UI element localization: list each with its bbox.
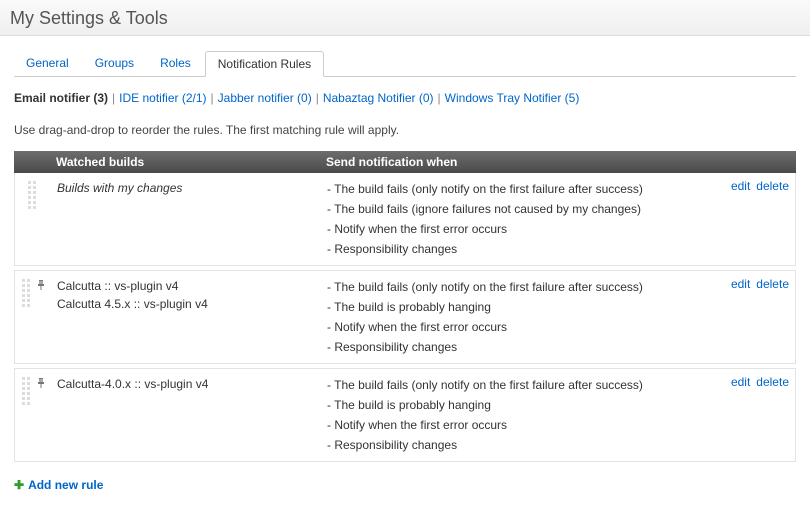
notifier-email: Email notifier (3) bbox=[14, 91, 108, 105]
add-new-rule-link[interactable]: ✚Add new rule bbox=[14, 478, 103, 492]
notifier-jabber[interactable]: Jabber notifier (0) bbox=[218, 91, 312, 105]
actions-cell: edit delete bbox=[705, 375, 795, 455]
watched-build: Calcutta :: vs-plugin v4 bbox=[57, 277, 315, 295]
condition: - The build fails (only notify on the fi… bbox=[327, 179, 699, 199]
delete-link[interactable]: delete bbox=[756, 179, 789, 193]
separator: | bbox=[316, 91, 319, 105]
condition: - Notify when the first error occurs bbox=[327, 317, 699, 337]
reorder-hint: Use drag-and-drop to reorder the rules. … bbox=[14, 123, 796, 137]
delete-link[interactable]: delete bbox=[756, 277, 789, 291]
condition: - Responsibility changes bbox=[327, 239, 699, 259]
rule-row: Builds with my changes - The build fails … bbox=[14, 173, 796, 266]
tabs-bar: GeneralGroupsRolesNotification Rules bbox=[14, 50, 796, 77]
actions-cell: edit delete bbox=[705, 179, 795, 259]
rules-table: Watched builds Send notification when Bu… bbox=[14, 151, 796, 462]
rules-table-header: Watched builds Send notification when bbox=[14, 151, 796, 173]
watched-build: Calcutta-4.0.x :: vs-plugin v4 bbox=[57, 375, 315, 393]
separator: | bbox=[112, 91, 115, 105]
page-title: My Settings & Tools bbox=[0, 0, 810, 36]
condition: - The build fails (only notify on the fi… bbox=[327, 375, 699, 395]
actions-cell: edit delete bbox=[705, 277, 795, 357]
separator: | bbox=[211, 91, 214, 105]
conditions-cell: - The build fails (only notify on the fi… bbox=[321, 375, 705, 455]
tab-notification-rules[interactable]: Notification Rules bbox=[205, 51, 324, 77]
watched-build: Builds with my changes bbox=[57, 179, 315, 197]
tab-roles[interactable]: Roles bbox=[148, 51, 203, 77]
condition: - Responsibility changes bbox=[327, 435, 699, 455]
col-watched-builds: Watched builds bbox=[50, 151, 320, 173]
watched-builds-cell: Calcutta-4.0.x :: vs-plugin v4 bbox=[51, 375, 321, 455]
condition: - The build is probably hanging bbox=[327, 297, 699, 317]
delete-link[interactable]: delete bbox=[756, 375, 789, 389]
conditions-cell: - The build fails (only notify on the fi… bbox=[321, 179, 705, 259]
plus-icon: ✚ bbox=[14, 478, 24, 492]
edit-link[interactable]: edit bbox=[731, 277, 750, 291]
condition: - The build is probably hanging bbox=[327, 395, 699, 415]
pin-icon bbox=[36, 378, 45, 387]
edit-link[interactable]: edit bbox=[731, 179, 750, 193]
condition: - Notify when the first error occurs bbox=[327, 219, 699, 239]
rule-row: Calcutta :: vs-plugin v4Calcutta 4.5.x :… bbox=[14, 270, 796, 364]
separator: | bbox=[438, 91, 441, 105]
add-rule-row: ✚Add new rule bbox=[14, 478, 796, 492]
notifier-ide[interactable]: IDE notifier (2/1) bbox=[119, 91, 206, 105]
drag-handle-icon[interactable] bbox=[28, 181, 38, 209]
watched-builds-cell: Builds with my changes bbox=[51, 179, 321, 259]
tab-general[interactable]: General bbox=[14, 51, 81, 77]
condition: - Notify when the first error occurs bbox=[327, 415, 699, 435]
rule-row: Calcutta-4.0.x :: vs-plugin v4- The buil… bbox=[14, 368, 796, 462]
col-send-when: Send notification when bbox=[320, 151, 706, 173]
notifier-nabaztag[interactable]: Nabaztag Notifier (0) bbox=[323, 91, 434, 105]
notifier-bar: Email notifier (3) | IDE notifier (2/1) | Ja… bbox=[14, 91, 796, 105]
watched-builds-cell: Calcutta :: vs-plugin v4Calcutta 4.5.x :… bbox=[51, 277, 321, 357]
drag-handle-icon[interactable] bbox=[22, 377, 32, 405]
watched-build: Calcutta 4.5.x :: vs-plugin v4 bbox=[57, 295, 315, 313]
drag-handle-icon[interactable] bbox=[22, 279, 32, 307]
condition: - Responsibility changes bbox=[327, 337, 699, 357]
tab-groups[interactable]: Groups bbox=[83, 51, 146, 77]
condition: - The build fails (ignore failures not c… bbox=[327, 199, 699, 219]
edit-link[interactable]: edit bbox=[731, 375, 750, 389]
pin-icon bbox=[36, 280, 45, 289]
conditions-cell: - The build fails (only notify on the fi… bbox=[321, 277, 705, 357]
condition: - The build fails (only notify on the fi… bbox=[327, 277, 699, 297]
notifier-windows[interactable]: Windows Tray Notifier (5) bbox=[445, 91, 580, 105]
